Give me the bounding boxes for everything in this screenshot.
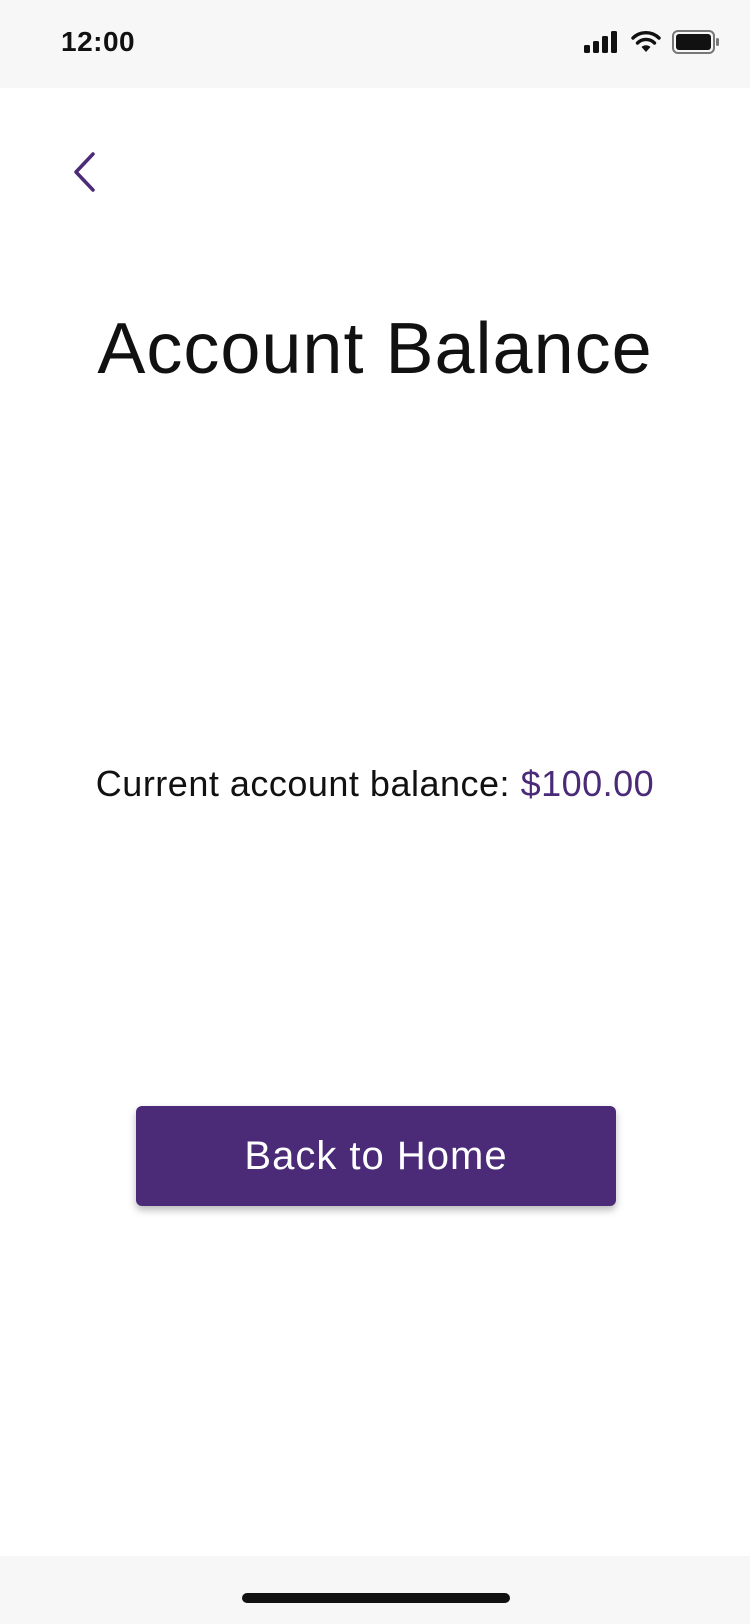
back-button[interactable] bbox=[60, 148, 108, 200]
status-bar: 12:00 bbox=[0, 0, 750, 88]
balance-label: Current account balance: bbox=[95, 763, 511, 804]
home-indicator[interactable] bbox=[242, 1593, 510, 1603]
account-balance-screen: 12:00 Account Balance Current account ba… bbox=[0, 0, 750, 1624]
home-indicator-area bbox=[0, 1556, 750, 1624]
page-title: Account Balance bbox=[97, 309, 653, 389]
status-time: 12:00 bbox=[61, 26, 136, 57]
signal-icon bbox=[584, 30, 620, 59]
balance-summary: Current account balance: $100.00 bbox=[0, 763, 750, 805]
chevron-left-icon bbox=[69, 150, 99, 199]
wifi-icon bbox=[630, 30, 662, 59]
battery-icon bbox=[672, 30, 720, 59]
back-to-home-button[interactable]: Back to Home bbox=[136, 1106, 616, 1206]
status-icons bbox=[584, 30, 720, 59]
balance-amount: $100.00 bbox=[520, 763, 655, 804]
